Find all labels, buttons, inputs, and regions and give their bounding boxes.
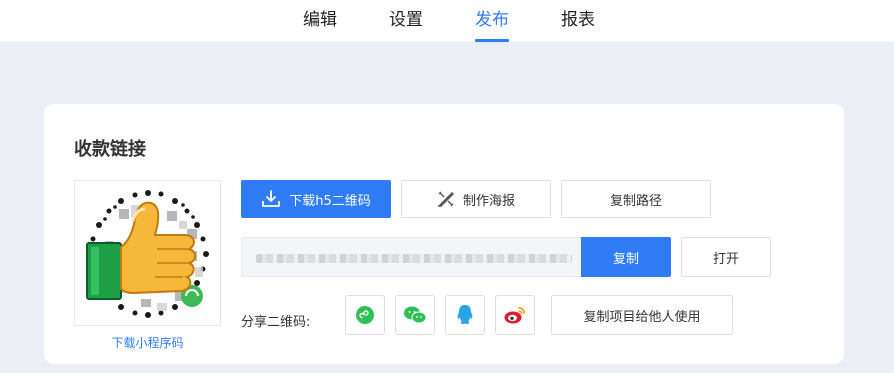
mini-program-icon[interactable] [345, 295, 385, 335]
tab-publish[interactable]: 发布 [475, 0, 509, 43]
make-poster-label: 制作海报 [462, 193, 515, 209]
copy-button[interactable]: 复制 [581, 237, 671, 277]
weibo-icon[interactable] [495, 295, 535, 335]
qq-icon[interactable] [445, 295, 485, 335]
pencil-ruler-icon [437, 190, 455, 208]
open-button[interactable]: 打开 [681, 237, 771, 277]
card-title: 收款链接 [74, 139, 146, 160]
share-qr-label: 分享二维码: [241, 315, 311, 330]
mini-program-qr-code [74, 180, 221, 326]
download-mini-program-qr-link[interactable]: 下载小程序码 [74, 334, 221, 351]
top-tab-bar: 编辑 设置 发布 报表 [0, 0, 894, 43]
payment-link-card: 收款链接 下载小程序码 下载h5二维码 制作海报 复制路径 复制 打开 分享二维… [44, 104, 844, 364]
download-icon [261, 190, 281, 208]
blurred-url [256, 254, 572, 263]
make-poster-button[interactable]: 制作海报 [401, 180, 551, 218]
qr-code-image [86, 190, 209, 318]
wechat-icon[interactable] [395, 295, 435, 335]
payment-link-input[interactable] [241, 237, 581, 277]
download-h5-qr-button[interactable]: 下载h5二维码 [241, 180, 391, 218]
tab-edit[interactable]: 编辑 [303, 0, 337, 43]
tab-report[interactable]: 报表 [561, 0, 595, 43]
copy-project-button[interactable]: 复制项目给他人使用 [551, 295, 733, 335]
copy-path-button[interactable]: 复制路径 [561, 180, 711, 218]
tab-settings[interactable]: 设置 [389, 0, 423, 43]
download-h5-qr-label: 下载h5二维码 [289, 193, 371, 209]
